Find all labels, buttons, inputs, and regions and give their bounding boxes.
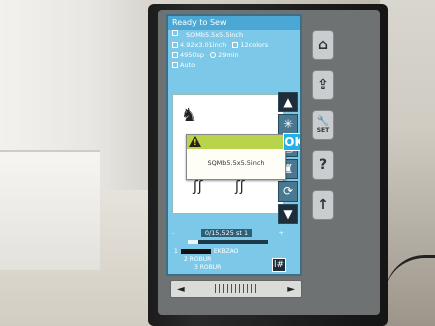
thread-row[interactable]: 2 ROBUR bbox=[184, 256, 211, 263]
home-button[interactable]: ⌂ bbox=[312, 30, 334, 60]
pattern-figure-icon: ʃʃ bbox=[235, 179, 245, 195]
thread-index: 1 bbox=[174, 248, 178, 255]
size-info-row: 4.92x3.01inch 12colors bbox=[168, 40, 300, 50]
plus-button[interactable]: + bbox=[279, 229, 284, 237]
screen-bezel: Ready to Sew SOMb5.5x5.5inch 4.92x3.01in… bbox=[158, 10, 380, 315]
progress-bar bbox=[188, 240, 268, 244]
control-console: Ready to Sew SOMb5.5x5.5inch 4.92x3.01in… bbox=[148, 4, 388, 326]
move-icon[interactable]: ✳ bbox=[278, 114, 298, 135]
scroll-left-icon[interactable]: ◄ bbox=[177, 284, 185, 295]
thread-row[interactable]: 3 ROBUR bbox=[194, 264, 221, 271]
stitch-count: 4950sp bbox=[180, 51, 205, 59]
dialog-header: OK bbox=[187, 133, 300, 151]
frame-icon bbox=[172, 30, 178, 36]
status-title: Ready to Sew bbox=[168, 16, 300, 30]
pattern-info-row: SOMb5.5x5.5inch bbox=[168, 30, 300, 40]
warning-icon bbox=[189, 136, 201, 147]
memory-button[interactable]: ⇪ bbox=[312, 70, 334, 100]
mode-row: Auto bbox=[168, 60, 300, 70]
wrench-icon: 🔧 bbox=[316, 116, 330, 127]
stitch-info-row: 4950sp 29min bbox=[168, 50, 300, 60]
size-value: 4.92x3.01inch bbox=[180, 41, 227, 49]
scroll-up-icon[interactable]: ▲ bbox=[278, 92, 298, 113]
folder-icon: ⇪ bbox=[317, 77, 329, 93]
thread-list-button[interactable]: l# bbox=[272, 258, 286, 272]
time-value: 29min bbox=[218, 51, 239, 59]
clock-icon bbox=[210, 52, 217, 58]
rotate-icon[interactable]: ⟳ bbox=[278, 181, 298, 202]
pattern-figure-icon: ʃʃ bbox=[193, 179, 203, 195]
scroll-down-icon[interactable]: ▼ bbox=[278, 203, 298, 224]
thread-swatch bbox=[180, 249, 211, 254]
thread-index: 3 bbox=[194, 264, 198, 271]
embroidery-arm bbox=[0, 150, 100, 270]
pattern-name: SOMb5.5x5.5inch bbox=[186, 31, 244, 39]
scroll-bar[interactable]: ◄ ||||||||||| ► bbox=[170, 280, 302, 298]
scroll-track[interactable]: ||||||||||| bbox=[214, 284, 258, 294]
help-button[interactable]: ? bbox=[312, 150, 334, 180]
color-count: 12colors bbox=[240, 41, 269, 49]
dialog-message: SQMb5.5x5.5inch bbox=[207, 159, 265, 167]
settings-button[interactable]: 🔧 SET bbox=[312, 110, 334, 140]
help-icon: ? bbox=[318, 157, 328, 173]
thread-name: ROBUR bbox=[199, 264, 222, 271]
needle-icon: ↑ bbox=[317, 197, 329, 213]
home-icon: ⌂ bbox=[317, 37, 329, 53]
spool-icon bbox=[232, 42, 239, 48]
stitch-icon bbox=[172, 52, 178, 58]
auto-icon bbox=[172, 62, 178, 68]
thread-name: ROBUR bbox=[189, 256, 212, 263]
pattern-figure-icon: ♞ bbox=[181, 105, 198, 126]
lcd-screen: Ready to Sew SOMb5.5x5.5inch 4.92x3.01in… bbox=[166, 14, 302, 276]
mode-label: Auto bbox=[180, 61, 196, 69]
stitch-position: 0/15,525 st 1 bbox=[200, 229, 253, 237]
thread-row[interactable]: 1 EKBZAO bbox=[174, 248, 239, 255]
thread-name: EKBZAO bbox=[213, 248, 239, 255]
progress-fill bbox=[188, 240, 198, 244]
needle-button[interactable]: ↑ bbox=[312, 190, 334, 220]
stitch-stepper: - 0/15,525 st 1 + bbox=[172, 228, 284, 238]
thread-index: 2 bbox=[184, 256, 188, 263]
settings-label: SET bbox=[316, 127, 330, 134]
stitch-controls: - 0/15,525 st 1 + 1 EKBZAO 2 ROBUR 3 ROBU… bbox=[168, 228, 300, 274]
size-icon bbox=[172, 42, 178, 48]
minus-button[interactable]: - bbox=[172, 229, 174, 237]
hardware-buttons: ⌂ ⇪ 🔧 SET ? ↑ bbox=[312, 30, 334, 280]
ok-button[interactable]: OK bbox=[283, 133, 300, 151]
scroll-right-icon[interactable]: ► bbox=[287, 284, 295, 295]
warning-dialog: OK SQMb5.5x5.5inch bbox=[186, 133, 300, 180]
